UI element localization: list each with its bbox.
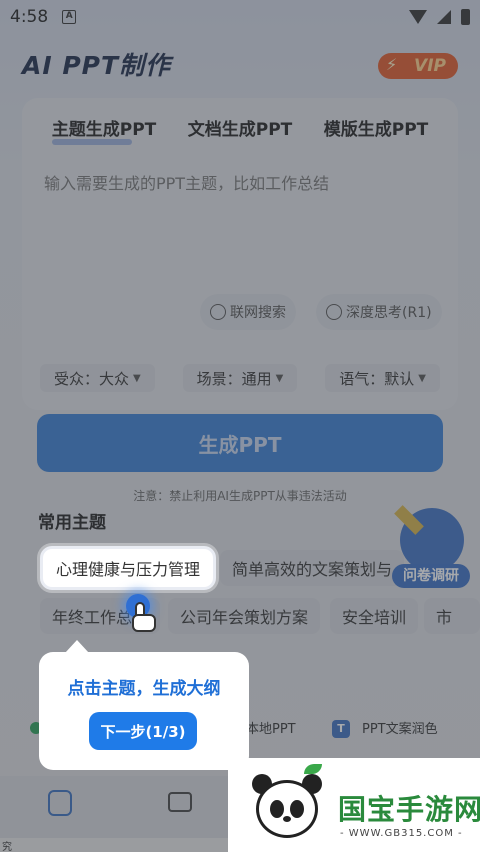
watermark-url: - WWW.GB315.COM -: [340, 828, 463, 839]
panda-face: [256, 780, 318, 838]
guide-tooltip: 点击主题，生成大纲 下一步(1/3): [39, 640, 249, 770]
leaf-icon: [304, 764, 322, 774]
panda-nose: [283, 816, 291, 822]
palm-shape: [132, 614, 156, 632]
next-step-button[interactable]: 下一步(1/3): [89, 712, 197, 750]
panda-eye: [270, 800, 284, 818]
panda-logo-icon: [248, 764, 326, 846]
guide-text: 点击主题，生成大纲: [67, 679, 221, 699]
tap-hand-icon: [126, 594, 166, 638]
panda-eye: [290, 800, 304, 818]
highlighted-topic-chip[interactable]: 心理健康与压力管理: [40, 546, 216, 590]
watermark: 国宝手游网 - WWW.GB315.COM -: [228, 758, 480, 852]
watermark-brand: 国宝手游网: [338, 793, 480, 826]
